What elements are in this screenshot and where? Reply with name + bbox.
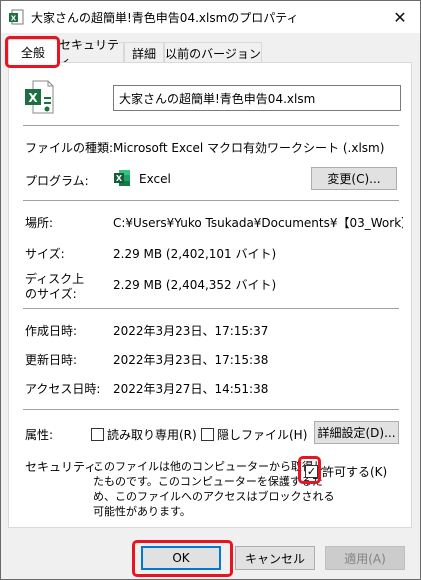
tab-previous-versions[interactable]: 以前のバージョン [164,42,262,63]
excel-file-icon: X [9,9,24,25]
excel-document-icon: X [25,80,54,114]
svg-text:X: X [11,15,17,23]
file-type-value: Microsoft Excel マクロ有効ワークシート (.xlsm) [113,141,385,155]
security-label: セキュリティ: [25,460,101,474]
checkmark-icon: ✓ [306,465,317,478]
size-label: サイズ: [25,247,65,261]
attributes-label: 属性: [25,428,54,442]
readonly-label[interactable]: 読み取り専用(R) [107,426,197,443]
divider [23,308,399,309]
unblock-label[interactable]: 許可する(K) [322,463,387,480]
properties-dialog: X 大家さんの超簡単!青色申告04.xlsmのプロパティ ✕ 全般 セキュリティ… [0,0,421,580]
disk-size-label-line2: のサイズ: [25,287,77,301]
location-value: C:¥Users¥Yuko Tsukada¥Documents¥【03_Work… [113,216,403,230]
modified-value: 2022年3月23日、17:15:38 [113,353,269,367]
file-type-label: ファイルの種類: [25,141,114,155]
tab-security[interactable]: セキュリティ [58,38,124,69]
hidden-label[interactable]: 隠しファイル(H) [217,426,307,443]
general-panel: X 大家さんの超簡単!青色申告04.xlsm ファイルの種類: Microsof… [8,62,412,528]
apply-button[interactable]: 適用(A) [325,546,405,570]
cancel-button[interactable]: キャンセル [235,546,315,570]
close-icon: ✕ [393,7,407,27]
security-text-line1: このファイルは他のコンピューターから取得し [93,460,324,473]
accessed-value: 2022年3月27日、14:51:38 [113,382,269,396]
window-title: 大家さんの超簡単!青色申告04.xlsmのプロパティ [31,11,299,25]
hidden-checkbox[interactable] [201,428,214,441]
tab-details[interactable]: 詳細 [124,42,164,63]
filename-input[interactable]: 大家さんの超簡単!青色申告04.xlsm [113,85,401,111]
program-value: Excel [139,172,171,186]
security-text-line3: め、このファイルへのアクセスはブロックされる [93,490,335,503]
size-value: 2.29 MB (2,402,101 バイト) [113,247,277,261]
svg-text:X: X [28,91,38,105]
security-text-line2: たものです。このコンピューターを保護するた [93,475,323,488]
program-label: プログラム: [25,174,89,188]
unblock-checkbox[interactable]: ✓ [305,465,318,478]
location-label: 場所: [25,216,54,230]
readonly-checkbox[interactable] [91,428,104,441]
advanced-button[interactable]: 詳細設定(D)... [314,421,399,444]
security-text-line4: 可能性があります。 [93,505,191,518]
accessed-label: アクセス日時: [25,382,101,396]
excel-app-icon: X [114,170,130,186]
tab-general[interactable]: 全般 [8,39,58,64]
tab-strip: 全般 セキュリティ 詳細 以前のバージョン [8,38,412,69]
close-button[interactable]: ✕ [388,5,412,29]
ok-button[interactable]: OK [141,546,221,570]
divider [23,125,399,126]
created-value: 2022年3月23日、17:15:37 [113,324,269,338]
change-program-button[interactable]: 変更(C)... [311,167,397,190]
created-label: 作成日時: [25,324,78,338]
title-bar: X 大家さんの超簡単!青色申告04.xlsmのプロパティ ✕ [1,1,420,33]
modified-label: 更新日時: [25,353,78,367]
svg-text:X: X [116,174,123,183]
divider [23,200,399,201]
disk-size-value: 2.29 MB (2,404,352 バイト) [113,278,277,292]
divider [23,409,399,410]
